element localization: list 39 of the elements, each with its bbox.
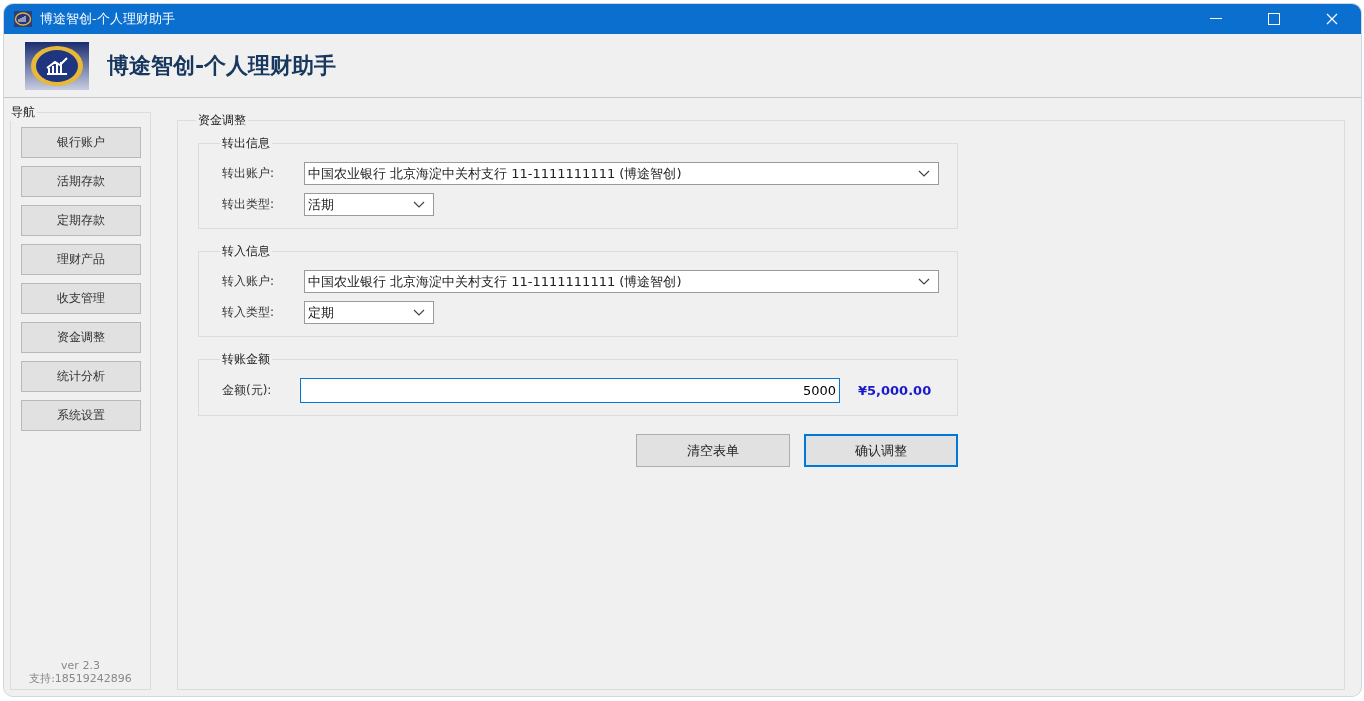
chevron-down-icon — [918, 170, 930, 177]
nav-button[interactable]: 资金调整 — [20, 322, 141, 353]
nav-button[interactable]: 定期存款 — [20, 205, 141, 236]
chevron-down-icon — [413, 309, 425, 316]
dropdown[interactable]: 中国农业银行 北京海淀中关村支行 11-1111111111 (博途智创) — [304, 270, 939, 293]
group-title: 转入信息 — [221, 243, 271, 260]
field-label: 转入类型: — [222, 304, 276, 321]
minimize-icon — [1210, 18, 1222, 20]
nav-button[interactable]: 收支管理 — [20, 283, 141, 314]
amount-field[interactable]: 5000 — [300, 378, 840, 403]
group-title: 资金调整 — [197, 112, 247, 129]
nav-button[interactable]: 银行账户 — [20, 127, 141, 158]
chart-logo-icon — [25, 41, 89, 90]
chevron-down-icon — [918, 278, 930, 285]
support-phone-text: 支持:18519242896 — [29, 672, 132, 685]
version-text: ver 2.3 — [61, 659, 100, 672]
nav-button[interactable]: 理财产品 — [20, 244, 141, 275]
group-title: 导航 — [10, 104, 36, 121]
action-button[interactable]: 清空表单 — [636, 434, 790, 467]
dropdown[interactable]: 定期 — [304, 301, 434, 324]
formatted-amount: ¥5,000.00 — [858, 383, 932, 398]
field-label: 转出类型: — [222, 196, 276, 213]
group-title: 转账金额 — [221, 351, 271, 368]
nav-button[interactable]: 系统设置 — [20, 400, 141, 431]
close-icon — [1326, 13, 1338, 25]
field-label: 转出账户: — [222, 165, 276, 182]
dropdown[interactable]: 活期 — [304, 193, 434, 216]
group-title: 转出信息 — [221, 135, 271, 152]
dropdown[interactable]: 中国农业银行 北京海淀中关村支行 11-1111111111 (博途智创) — [304, 162, 939, 185]
field-label: 金额(元): — [222, 382, 273, 399]
nav-button[interactable]: 活期存款 — [20, 166, 141, 197]
chevron-down-icon — [413, 201, 425, 208]
nav-button[interactable]: 统计分析 — [20, 361, 141, 392]
window-title: 博途智创-个人理财助手 — [40, 10, 175, 28]
action-button[interactable]: 确认调整 — [804, 434, 958, 467]
field-label: 转入账户: — [222, 273, 276, 290]
maximize-icon — [1268, 13, 1280, 25]
app-title: 博途智创-个人理财助手 — [107, 51, 337, 80]
app-icon — [14, 11, 32, 27]
